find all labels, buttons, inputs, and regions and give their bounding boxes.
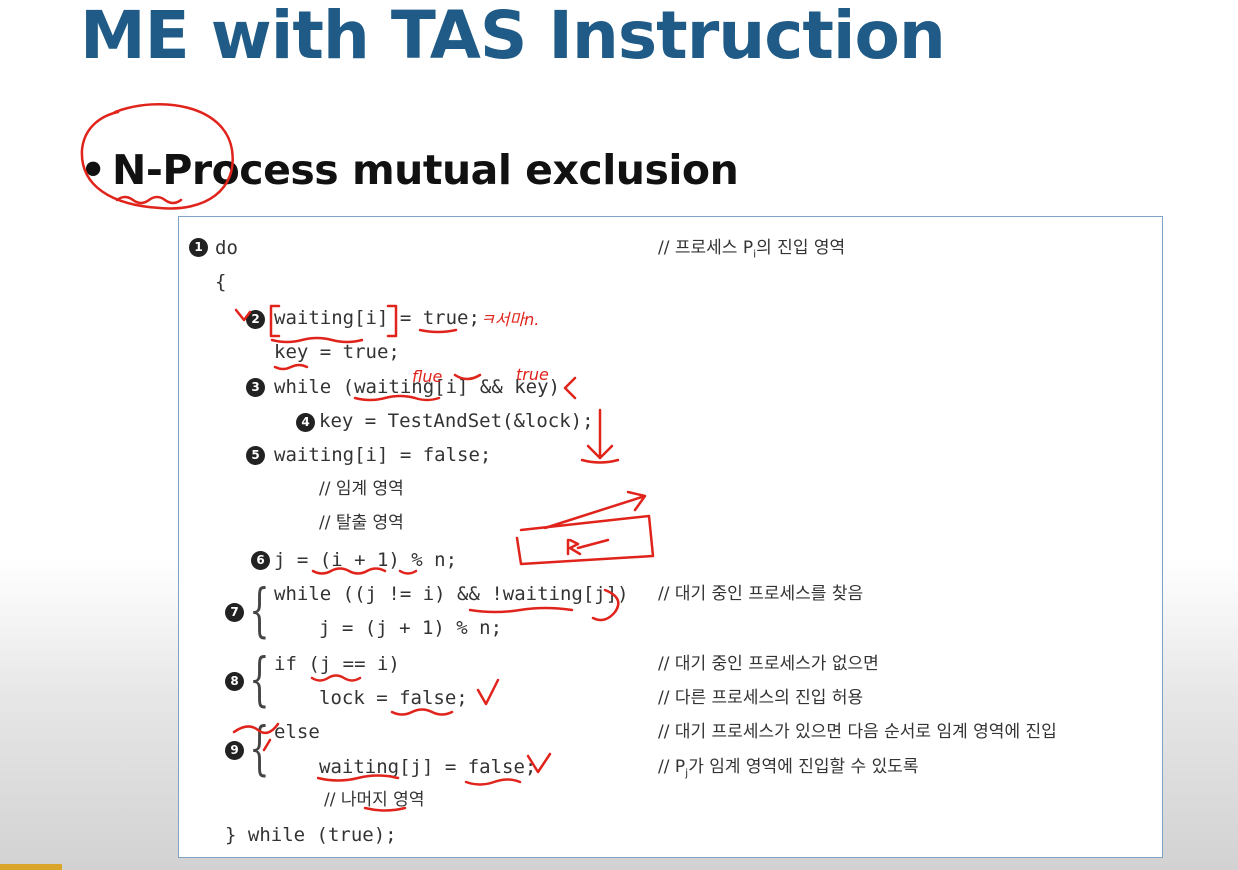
ink-underline [273,363,309,371]
ink-check [526,752,552,774]
ink-underline [390,708,454,716]
ink-note: true [516,365,549,384]
ink-circle [80,102,234,210]
ink-note: ㅋ서마n. [480,310,539,329]
ink-underline [310,674,362,682]
ink-arrow [563,376,577,400]
ink-bracket [269,304,281,338]
ink-underline [418,328,458,334]
ink-underline [353,394,441,402]
ink-annotations: ㅋ서마n. flue true [80,102,655,812]
ink-note: flue [412,367,442,386]
ink-bracket [386,304,398,338]
ink-underline [464,778,522,786]
ink-check [476,678,500,706]
ink-underline [316,774,400,782]
corner-decoration [0,864,62,870]
ink-underline [398,569,418,575]
ink-arrow [580,408,620,464]
ink-box [515,514,655,566]
ink-underline [363,806,407,812]
ink-arrow [591,588,620,622]
ink-arrow [576,538,610,550]
ink-underline [311,567,387,575]
ink-check [234,308,252,322]
ink-circle [453,373,482,381]
ink-underline [270,336,364,344]
ink-underline [468,606,574,614]
ink-arrow [232,722,280,752]
